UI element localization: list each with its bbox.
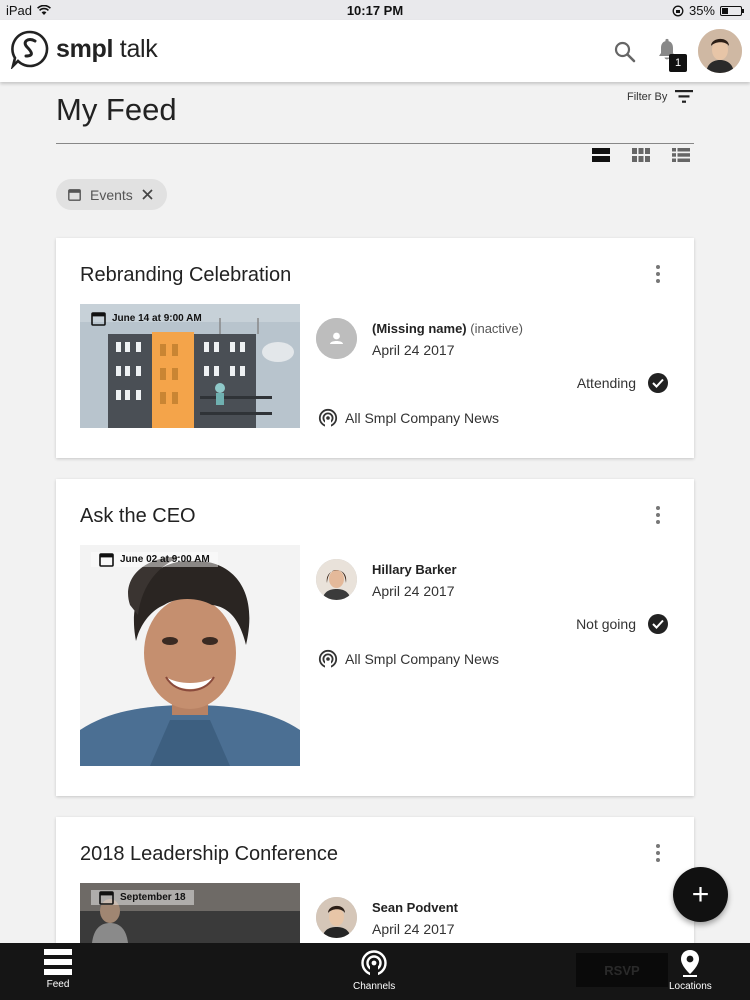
author-photo [316,559,357,600]
user-photo [698,29,742,73]
event-image[interactable]: June 02 at 9:00 AM [80,545,300,766]
broadcast-icon [318,408,338,428]
filter-by-label: Filter By [627,90,668,103]
smpl-logo-icon [10,30,49,69]
broadcast-icon [318,649,338,669]
event-title: Ask the CEO [80,505,196,527]
rsvp-status[interactable]: Not going [576,614,668,634]
header-divider [56,143,694,144]
nav-locations-label: Locations [669,981,712,992]
user-avatar[interactable] [698,29,742,73]
nav-channels[interactable]: Channels [353,949,395,992]
nav-locations[interactable]: Locations [669,949,712,992]
author-name[interactable]: (Missing name) (inactive) [372,321,523,336]
channel-link[interactable]: All Smpl Company News [318,408,499,428]
broadcast-icon [361,950,387,977]
event-date-overlay: June 02 at 9:00 AM [91,552,218,567]
more-options-icon[interactable] [646,841,670,865]
app-logo[interactable]: smpl talk [10,29,158,69]
event-date-text: September 18 [120,892,186,903]
filter-icon [675,90,694,103]
event-image[interactable]: June 14 at 9:00 AM [80,304,300,428]
chip-label: Events [90,186,133,203]
calendar-icon [99,553,114,567]
channel-name: All Smpl Company News [345,410,500,426]
calendar-icon [99,891,114,905]
event-card[interactable]: 2018 Leadership Conference September 18 … [56,817,694,943]
event-card[interactable]: Rebranding Celebration June 14 at 9:00 A… [56,238,694,458]
list-view-icon[interactable] [672,148,690,162]
location-pin-icon [681,950,700,977]
author-photo [316,897,357,938]
check-circle-icon [648,614,668,634]
battery-percent: 35% [688,3,715,18]
check-circle-icon [648,373,668,393]
post-date: April 24 2017 [372,921,455,937]
app-bar: smpl talk 1 [0,20,750,82]
notifications-button[interactable]: 1 [656,38,687,72]
more-options-icon[interactable] [646,262,670,286]
author-avatar[interactable] [316,897,357,938]
grid-view-icon[interactable] [632,148,650,162]
rsvp-button[interactable]: RSVP [576,953,668,987]
calendar-icon [68,189,81,201]
event-date-text: June 02 at 9:00 AM [120,554,210,565]
bottom-navigation: Feed Channels RSVP Locations [0,943,750,1000]
event-title: Rebranding Celebration [80,264,292,286]
nav-feed[interactable]: Feed [44,949,72,990]
single-column-view-icon[interactable] [592,148,610,162]
search-icon[interactable] [612,39,638,65]
person-placeholder-icon [316,318,357,359]
event-title: 2018 Leadership Conference [80,843,338,865]
plus-icon: + [691,877,710,911]
author-name[interactable]: Hillary Barker [372,562,457,577]
author-avatar[interactable] [316,559,357,600]
more-options-icon[interactable] [646,503,670,527]
filter-by-button[interactable]: Filter By [627,90,694,103]
channel-name: All Smpl Company News [345,651,500,667]
status-time: 10:17 PM [346,3,404,18]
rsvp-status-label: Attending [576,375,636,391]
feed-icon [44,949,72,975]
channel-link[interactable]: All Smpl Company News [318,649,499,669]
status-bar: iPad 10:17 PM 35% [0,0,750,20]
nav-channels-label: Channels [353,981,396,992]
post-date: April 24 2017 [372,342,455,358]
event-image[interactable]: September 18 [80,883,300,943]
calendar-icon [91,312,106,326]
author-avatar[interactable] [316,318,357,359]
app-logo-text: smpl talk [56,34,158,63]
close-icon[interactable] [142,189,153,200]
view-toggle-group [592,148,690,162]
rsvp-status[interactable]: Attending [577,373,668,393]
event-card[interactable]: Ask the CEO June 02 at 9:00 AM Hillary B… [56,479,694,796]
author-name[interactable]: Sean Podvent [372,900,458,915]
add-post-button[interactable]: + [673,867,728,922]
event-date-overlay: September 18 [91,890,194,905]
rsvp-status-label: Not going [576,616,636,632]
page-title: My Feed [56,92,177,127]
event-date-text: June 14 at 9:00 AM [112,313,202,324]
orientation-lock-icon [672,5,684,16]
notification-count-badge: 1 [669,54,687,72]
events-filter-chip: Events [56,179,167,210]
nav-feed-label: Feed [46,979,70,990]
event-date-overlay: June 14 at 9:00 AM [91,311,202,326]
battery-icon [720,5,744,16]
ceo-portrait-photo [80,545,300,766]
post-date: April 24 2017 [372,583,455,599]
